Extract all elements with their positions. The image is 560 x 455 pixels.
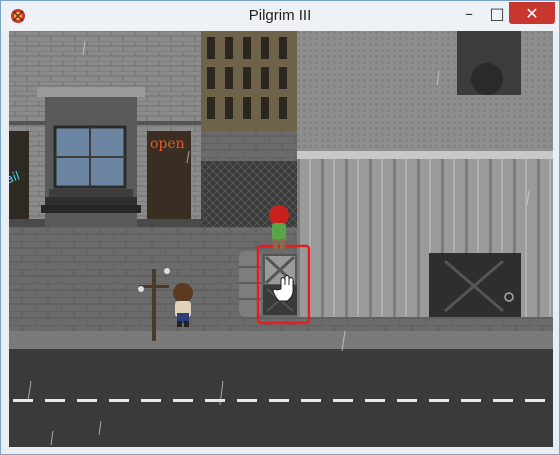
game-viewport[interactable]: ail open (9, 31, 553, 447)
game-window: Pilgrim III – □ ✕ ail open (0, 0, 560, 455)
minimize-button[interactable]: – (455, 2, 483, 24)
maximize-button[interactable]: □ (483, 2, 511, 24)
title-bar[interactable]: Pilgrim III – □ ✕ (1, 1, 559, 31)
road (9, 349, 553, 447)
lane-marking (13, 399, 545, 402)
game-scene[interactable]: ail open (9, 31, 553, 447)
open-neon-sign: open (150, 136, 185, 152)
street-lamp (152, 269, 156, 341)
close-button[interactable]: ✕ (509, 2, 555, 24)
